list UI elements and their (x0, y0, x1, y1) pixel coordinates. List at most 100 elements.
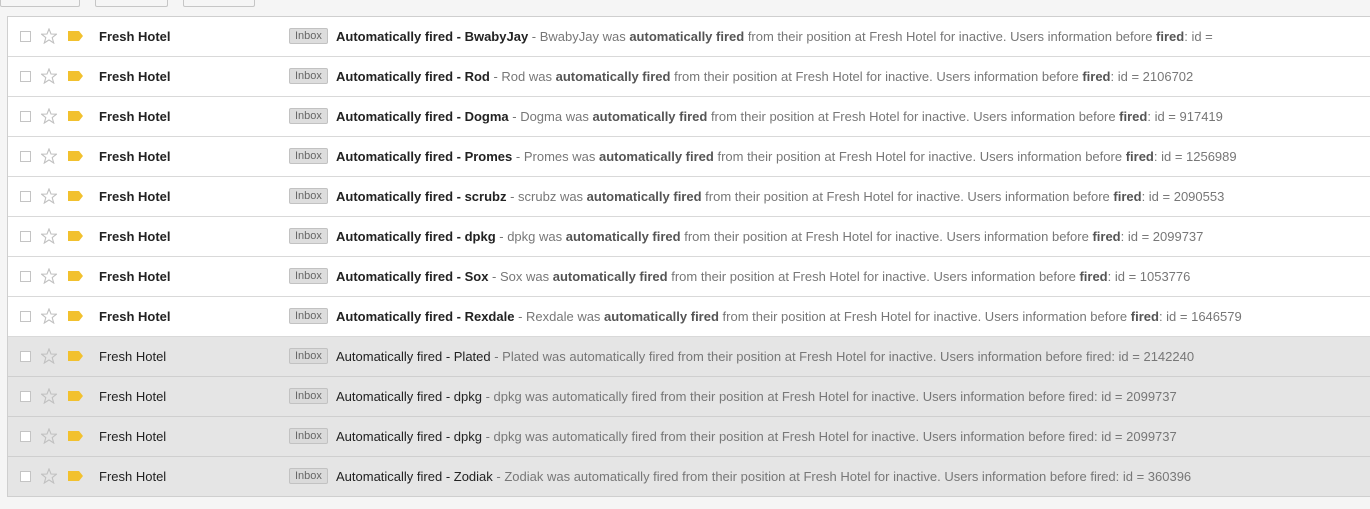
snippet-highlight: automatically fired (573, 469, 679, 484)
subject: Automatically fired - Promes (336, 149, 513, 164)
subject: Automatically fired - Plated (336, 349, 491, 364)
star-icon[interactable] (41, 188, 57, 204)
snippet-highlight: automatically fired (629, 29, 745, 44)
select-checkbox[interactable] (20, 231, 31, 242)
importance-marker-icon[interactable] (68, 311, 83, 321)
sender-name: Fresh Hotel (99, 149, 171, 164)
email-row[interactable]: Fresh Hotel Inbox Automatically fired - … (8, 457, 1370, 497)
importance-marker-icon[interactable] (68, 351, 83, 361)
message-line: Automatically fired - dpkg - dpkg was au… (336, 229, 1203, 244)
star-icon[interactable] (41, 68, 57, 84)
importance-marker-icon[interactable] (68, 151, 83, 161)
snippet-text: : id = 2090553 (1141, 189, 1225, 204)
snippet-text: - scrubz was (506, 189, 587, 204)
star-icon[interactable] (41, 108, 57, 124)
snippet-text: - Plated was (490, 349, 570, 364)
sender-name: Fresh Hotel (99, 29, 171, 44)
importance-marker-icon[interactable] (68, 191, 83, 201)
inbox-label[interactable]: Inbox (289, 428, 328, 444)
snippet-text: : id = 2099737 (1093, 389, 1177, 404)
select-checkbox[interactable] (20, 31, 31, 42)
snippet-text: : id = 2106702 (1110, 69, 1194, 84)
inbox-label[interactable]: Inbox (289, 388, 328, 404)
subject: Automatically fired - Zodiak (336, 469, 493, 484)
inbox-label[interactable]: Inbox (289, 228, 328, 244)
email-row[interactable]: Fresh Hotel Inbox Automatically fired - … (8, 177, 1370, 217)
subject: Automatically fired - Rexdale (336, 309, 515, 324)
select-checkbox[interactable] (20, 391, 31, 402)
importance-marker-icon[interactable] (68, 71, 83, 81)
email-row[interactable]: Fresh Hotel Inbox Automatically fired - … (8, 57, 1370, 97)
inbox-label[interactable]: Inbox (289, 108, 328, 124)
select-checkbox[interactable] (20, 311, 31, 322)
star-icon[interactable] (41, 28, 57, 44)
select-checkbox[interactable] (20, 351, 31, 362)
snippet-highlight: fired (1119, 109, 1148, 124)
sender-name: Fresh Hotel (99, 189, 171, 204)
inbox-label[interactable]: Inbox (289, 188, 328, 204)
snippet-text: : id = (1184, 29, 1213, 44)
snippet-highlight: fired (1125, 149, 1154, 164)
sender-name: Fresh Hotel (99, 389, 167, 404)
select-checkbox[interactable] (20, 111, 31, 122)
snippet: - dpkg was automatically fired from thei… (482, 389, 1177, 404)
snippet-highlight: automatically fired (598, 149, 714, 164)
snippet-highlight: fired (1079, 269, 1108, 284)
snippet-text: from their position at Fresh Hotel for i… (713, 149, 1126, 164)
email-row[interactable]: Fresh Hotel Inbox Automatically fired - … (8, 137, 1370, 177)
more-button[interactable] (183, 0, 255, 7)
email-row[interactable]: Fresh Hotel Inbox Automatically fired - … (8, 297, 1370, 337)
importance-marker-icon[interactable] (68, 471, 83, 481)
subject: Automatically fired - Rod (336, 69, 490, 84)
inbox-label[interactable]: Inbox (289, 348, 328, 364)
snippet-highlight: automatically fired (555, 69, 671, 84)
email-row[interactable]: Fresh Hotel Inbox Automatically fired - … (8, 337, 1370, 377)
email-row[interactable]: Fresh Hotel Inbox Automatically fired - … (8, 97, 1370, 137)
snippet-highlight: fired (1082, 69, 1111, 84)
snippet-highlight: automatically fired (569, 349, 675, 364)
refresh-button[interactable] (95, 0, 168, 7)
importance-marker-icon[interactable] (68, 431, 83, 441)
select-button[interactable] (0, 0, 80, 7)
star-icon[interactable] (41, 308, 57, 324)
inbox-label[interactable]: Inbox (289, 308, 328, 324)
inbox-label[interactable]: Inbox (289, 268, 328, 284)
importance-marker-icon[interactable] (68, 31, 83, 41)
select-checkbox[interactable] (20, 271, 31, 282)
select-checkbox[interactable] (20, 471, 31, 482)
importance-marker-icon[interactable] (68, 231, 83, 241)
star-icon[interactable] (41, 388, 57, 404)
select-checkbox[interactable] (20, 71, 31, 82)
star-icon[interactable] (41, 468, 57, 484)
inbox-label[interactable]: Inbox (289, 68, 328, 84)
snippet: - Sox was automatically fired from their… (488, 269, 1190, 284)
snippet: - Plated was automatically fired from th… (491, 349, 1194, 364)
snippet-text: from their position at Fresh Hotel for i… (678, 469, 1091, 484)
subject: Automatically fired - dpkg (336, 229, 496, 244)
snippet: - scrubz was automatically fired from th… (506, 189, 1224, 204)
email-row[interactable]: Fresh Hotel Inbox Automatically fired - … (8, 417, 1370, 457)
importance-marker-icon[interactable] (68, 271, 83, 281)
snippet-highlight: fired (1113, 189, 1142, 204)
select-checkbox[interactable] (20, 151, 31, 162)
star-icon[interactable] (41, 148, 57, 164)
snippet-highlight: fired (1090, 469, 1116, 484)
email-row[interactable]: Fresh Hotel Inbox Automatically fired - … (8, 217, 1370, 257)
snippet-highlight: automatically fired (552, 429, 657, 444)
star-icon[interactable] (41, 268, 57, 284)
email-row[interactable]: Fresh Hotel Inbox Automatically fired - … (8, 377, 1370, 417)
star-icon[interactable] (41, 228, 57, 244)
inbox-label[interactable]: Inbox (289, 148, 328, 164)
inbox-label[interactable]: Inbox (289, 28, 328, 44)
snippet-highlight: fired (1068, 389, 1094, 404)
inbox-label[interactable]: Inbox (289, 468, 328, 484)
sender-name: Fresh Hotel (99, 309, 171, 324)
star-icon[interactable] (41, 428, 57, 444)
importance-marker-icon[interactable] (68, 111, 83, 121)
email-row[interactable]: Fresh Hotel Inbox Automatically fired - … (8, 257, 1370, 297)
star-icon[interactable] (41, 348, 57, 364)
importance-marker-icon[interactable] (68, 391, 83, 401)
email-row[interactable]: Fresh Hotel Inbox Automatically fired - … (8, 17, 1370, 57)
select-checkbox[interactable] (20, 431, 31, 442)
select-checkbox[interactable] (20, 191, 31, 202)
